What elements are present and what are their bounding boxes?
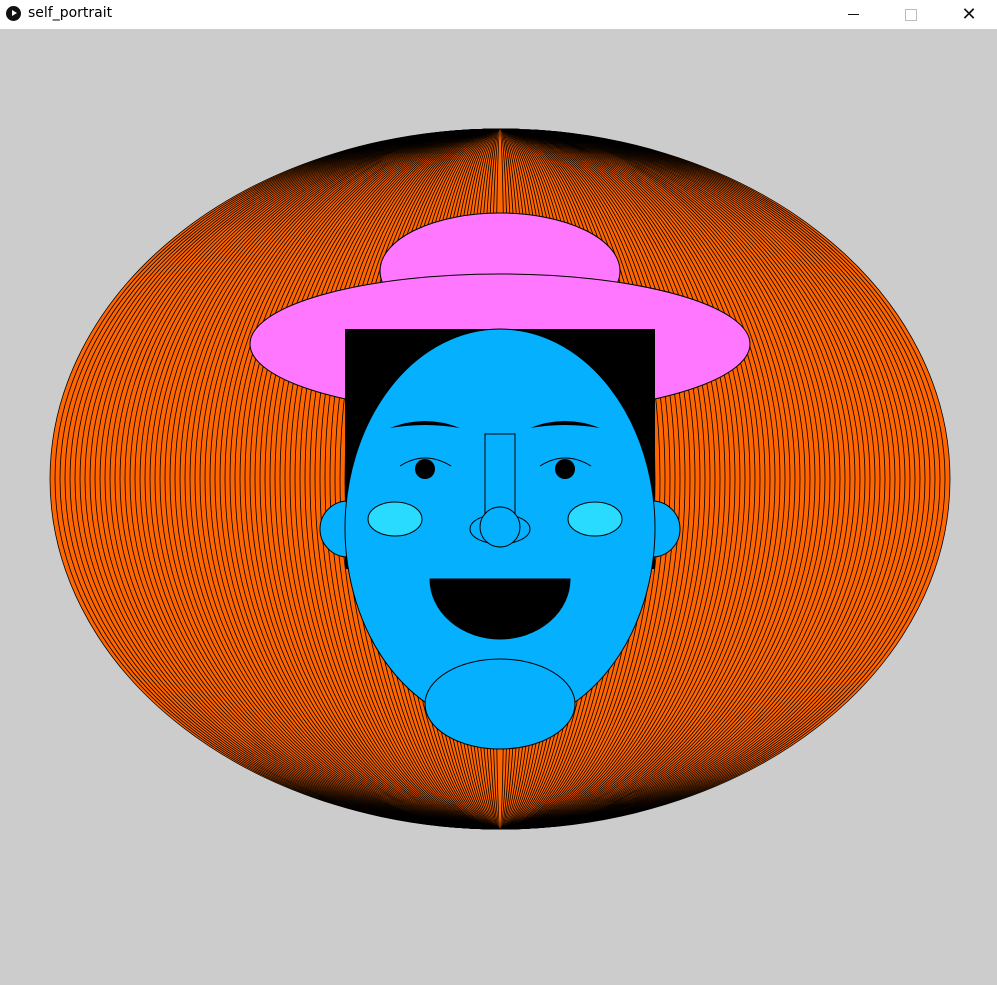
sketch-canvas	[49, 128, 951, 830]
chin	[424, 658, 576, 750]
nose-tip	[479, 506, 521, 548]
right-cheek	[567, 501, 623, 537]
nose-bridge	[484, 433, 516, 517]
right-eye	[555, 459, 575, 479]
left-eye	[415, 459, 435, 479]
left-cheek	[367, 501, 423, 537]
